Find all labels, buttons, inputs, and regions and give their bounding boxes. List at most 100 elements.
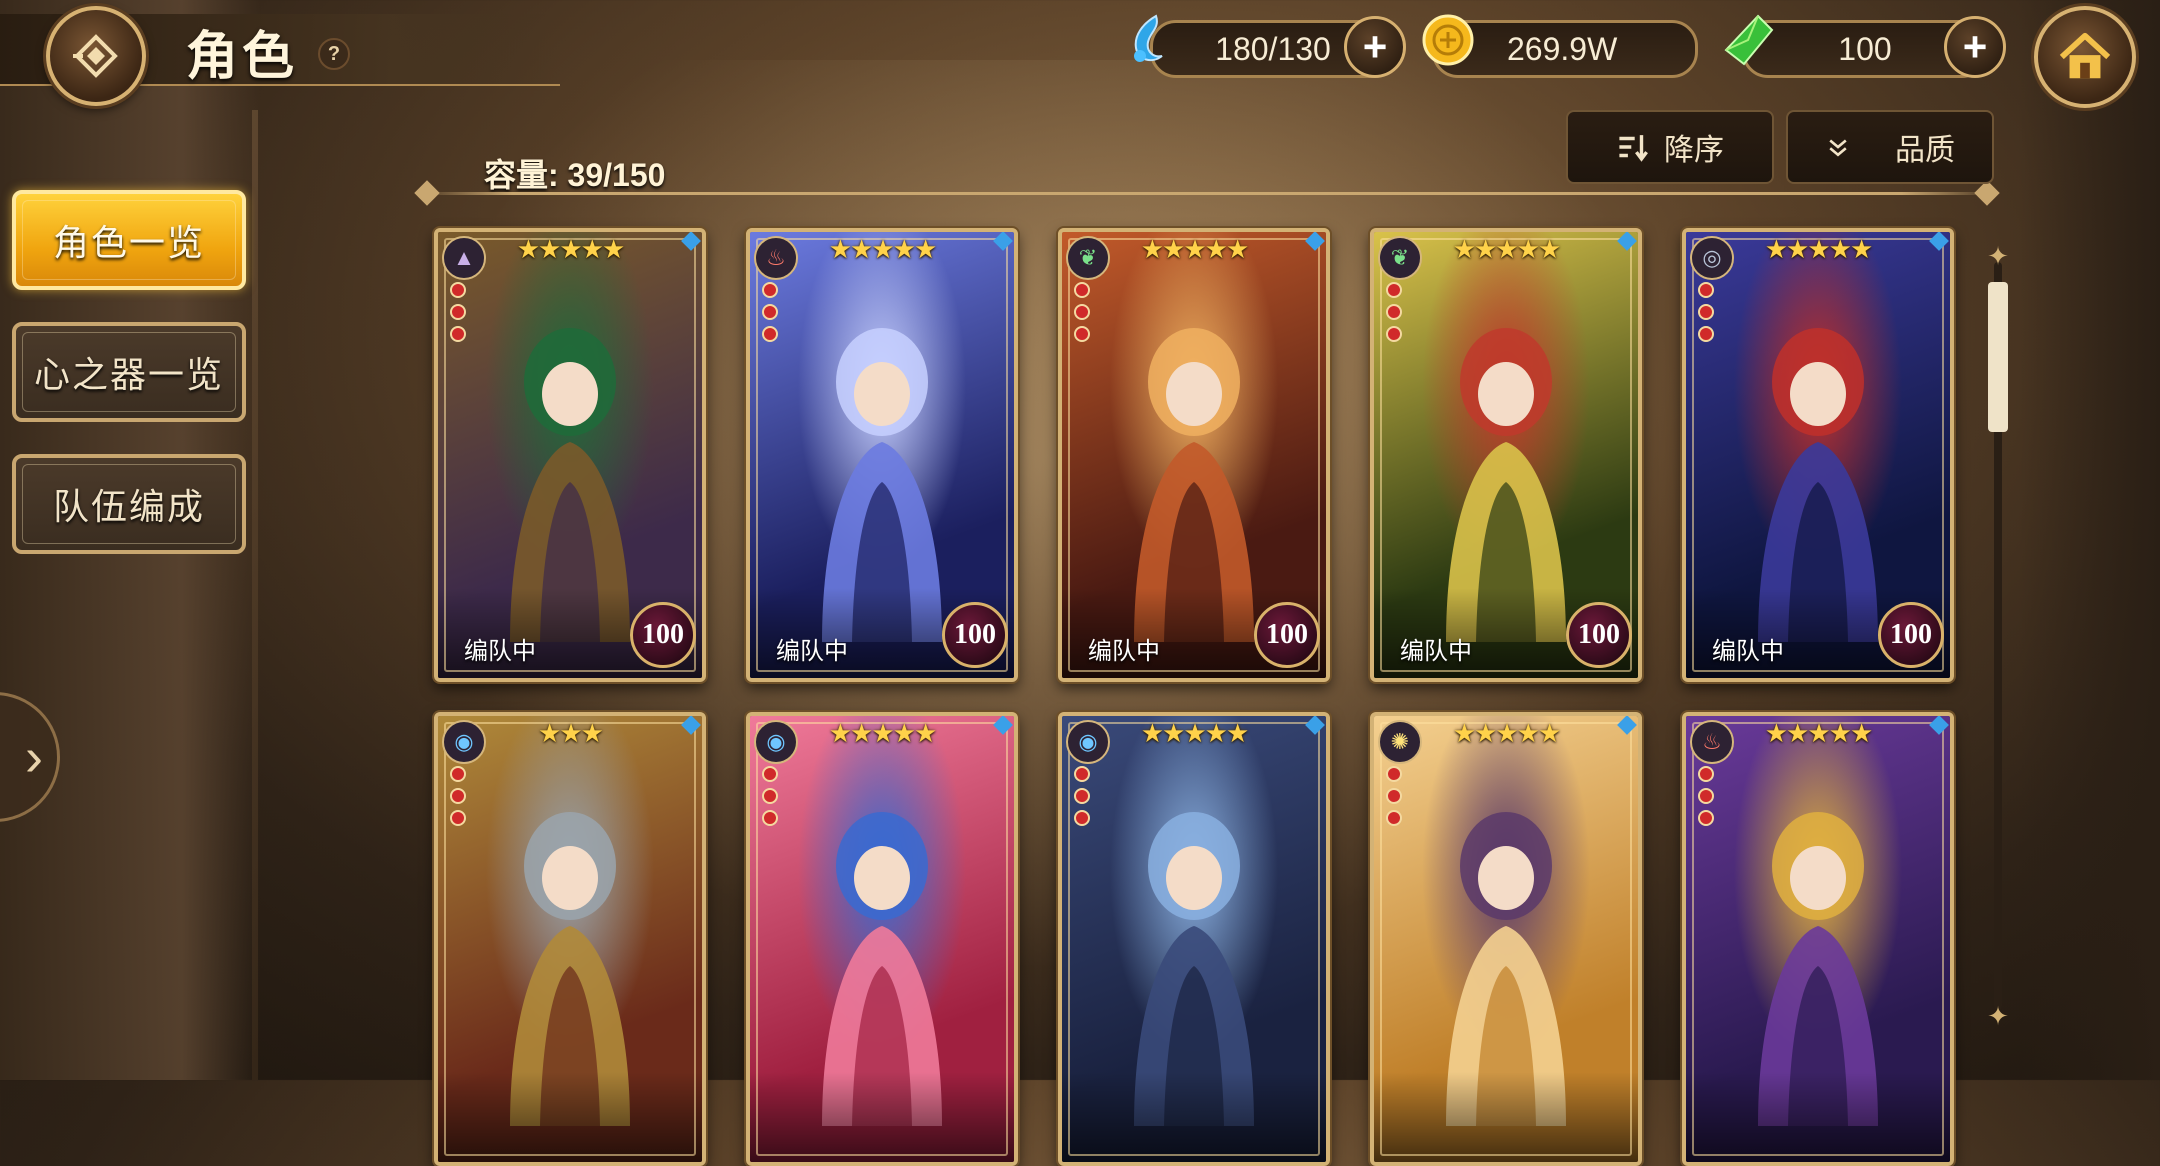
- home-button[interactable]: [2034, 6, 2136, 108]
- quality-filter-button[interactable]: 品质: [1786, 110, 1994, 184]
- sort-label: 降序: [1664, 134, 1724, 167]
- character-card[interactable]: ◉ ★★★★★: [746, 712, 1018, 1166]
- character-card[interactable]: ✺ ★★★★★: [1370, 712, 1642, 1166]
- gem-icon: [762, 282, 778, 298]
- gem-icon: [1074, 304, 1090, 320]
- sort-descending-button[interactable]: 降序: [1566, 110, 1774, 184]
- rarity-stars: ★★★★★: [1764, 718, 1874, 748]
- button-inner-border: [22, 332, 236, 412]
- gem-icon: [450, 788, 466, 804]
- gem-icon: [450, 304, 466, 320]
- sidebar-item-team-formation[interactable]: 队伍编成: [12, 454, 246, 554]
- gem-icon: [1698, 766, 1714, 782]
- skill-gems: [1074, 282, 1090, 342]
- gem-icon: [1386, 766, 1402, 782]
- rarity-stars: ★★★★★: [516, 234, 626, 264]
- skill-gems: [1074, 766, 1090, 826]
- scroll-top-ornament-icon: ✦: [1987, 241, 2009, 271]
- gem-icon: [1698, 788, 1714, 804]
- skill-gems: [1386, 766, 1402, 826]
- gem-icon: [1074, 282, 1090, 298]
- gem-icon: [1074, 810, 1090, 826]
- rarity-stars: ★★★★★: [1452, 718, 1562, 748]
- capacity-label: 容量: 39/150: [484, 157, 666, 193]
- gem-icon: [762, 788, 778, 804]
- skill-gems: [1698, 282, 1714, 342]
- gem-icon: [1386, 282, 1402, 298]
- card-frame: [1068, 722, 1320, 1156]
- card-frame: [1380, 722, 1632, 1156]
- rarity-stars: ★★★★★: [828, 718, 938, 748]
- sidebar-item-character-list[interactable]: 角色一览: [12, 190, 246, 290]
- card-frame: [1692, 722, 1944, 1156]
- character-card[interactable]: ◉ ★★★★★: [1058, 712, 1330, 1166]
- sidebar-divider: [252, 110, 258, 1080]
- skill-gems: [450, 282, 466, 342]
- character-card[interactable]: ◉ ★★★: [434, 712, 706, 1166]
- skill-gems: [1386, 282, 1402, 342]
- gold-coin-icon: [1422, 14, 1474, 66]
- back-diamond-icon: [73, 34, 118, 78]
- add-water-button[interactable]: +: [1344, 16, 1406, 78]
- gem-icon: [450, 810, 466, 826]
- character-card[interactable]: ♨ ★★★★★ 编队中 100: [746, 228, 1018, 682]
- in-team-status: 编队中: [776, 638, 848, 665]
- rarity-stars: ★★★★★: [1764, 234, 1874, 264]
- gem-icon: [1386, 304, 1402, 320]
- gem-icon: [1698, 304, 1714, 320]
- gem-icon: [762, 304, 778, 320]
- gem-icon: [762, 326, 778, 342]
- level-badge: 100: [1878, 602, 1944, 668]
- level-badge: 100: [630, 602, 696, 668]
- gem-icon: [1074, 788, 1090, 804]
- scroll-bottom-ornament-icon: ✦: [1987, 1001, 2009, 1031]
- gem-icon: [1074, 766, 1090, 782]
- page-title: 角色: [186, 28, 299, 86]
- gem-icon: [1698, 282, 1714, 298]
- help-icon[interactable]: ?: [318, 38, 350, 70]
- sort-icon: [1619, 135, 1648, 162]
- back-button[interactable]: [46, 6, 146, 106]
- rarity-stars: ★★★★★: [1140, 718, 1250, 748]
- level-badge: 100: [942, 602, 1008, 668]
- gem-icon: [762, 766, 778, 782]
- green-crystal-icon: [1724, 14, 1774, 66]
- in-team-status: 编队中: [464, 638, 536, 665]
- character-card[interactable]: ♨ ★★★★★: [1682, 712, 1954, 1166]
- gem-icon: [762, 810, 778, 826]
- rarity-stars: ★★★★★: [1140, 234, 1250, 264]
- rarity-stars: ★★★★★: [1452, 234, 1562, 264]
- gem-icon: [1698, 810, 1714, 826]
- scrollbar-thumb[interactable]: [1988, 282, 2008, 432]
- skill-gems: [450, 766, 466, 826]
- skill-gems: [762, 766, 778, 826]
- gem-icon: [1074, 326, 1090, 342]
- character-card[interactable]: ❦ ★★★★★ 编队中 100: [1370, 228, 1642, 682]
- gem-icon: [1386, 326, 1402, 342]
- double-chevron-down-icon: [1829, 139, 1847, 157]
- water-drop-icon: [1134, 14, 1163, 62]
- button-inner-border: [22, 200, 236, 280]
- capacity-divider: [418, 192, 1996, 195]
- level-badge: 100: [1566, 602, 1632, 668]
- in-team-status: 编队中: [1712, 638, 1784, 665]
- card-frame: [756, 722, 1008, 1156]
- gem-icon: [1698, 326, 1714, 342]
- character-card[interactable]: ▲ ★★★★★ 编队中 100: [434, 228, 706, 682]
- gem-icon: [1386, 810, 1402, 826]
- chevron-right-icon: ›: [25, 727, 43, 787]
- quality-filter-label: 品质: [1895, 134, 1955, 167]
- rarity-stars: ★★★★★: [828, 234, 938, 264]
- button-inner-border: [22, 464, 236, 544]
- in-team-status: 编队中: [1088, 638, 1160, 665]
- home-icon: [2059, 32, 2111, 79]
- gem-icon: [450, 766, 466, 782]
- skill-gems: [762, 282, 778, 342]
- add-crystal-button[interactable]: +: [1944, 16, 2006, 78]
- header: 角色 ? 180/130 + 269.9W 100 +: [0, 0, 2160, 108]
- character-card[interactable]: ❦ ★★★★★ 编队中 100: [1058, 228, 1330, 682]
- sidebar-item-heart-vessel-list[interactable]: 心之器一览: [12, 322, 246, 422]
- card-frame: [444, 722, 696, 1156]
- gem-icon: [1386, 788, 1402, 804]
- character-card[interactable]: ◎ ★★★★★ 编队中 100: [1682, 228, 1954, 682]
